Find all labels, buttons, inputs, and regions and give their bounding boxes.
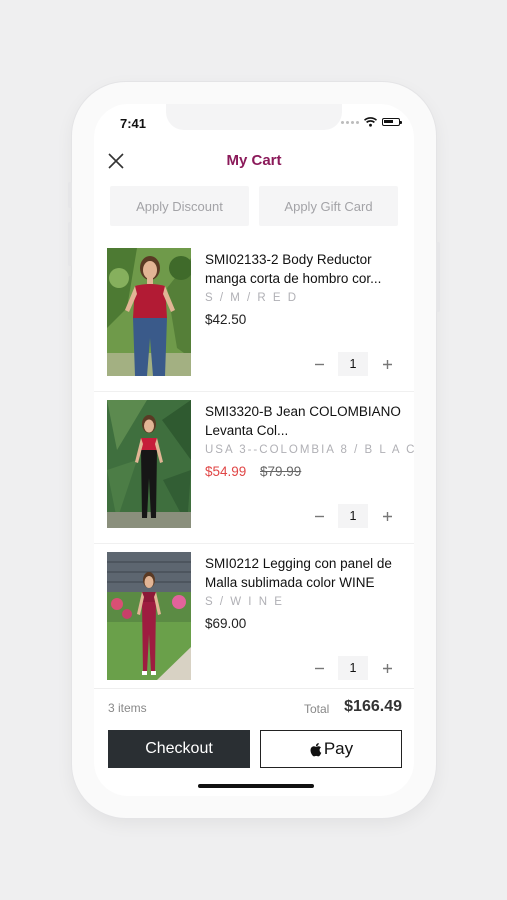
phone-side-button <box>436 242 440 312</box>
checkout-button[interactable]: Checkout <box>108 730 250 768</box>
cart-item: SMI3320-B Jean COLOMBIANO Levanta Col...… <box>94 392 414 544</box>
product-variant: USA 3--COLOMBIA 8 / B L A C K <box>205 444 414 456</box>
total-label: Total <box>304 702 330 716</box>
phone-frame: 7:41 My Cart Apply Discount Apply Gift C… <box>68 82 440 818</box>
cart-item: SMI0212 Legging con panel de Malla subli… <box>94 544 414 680</box>
compare-at-price: $79.99 <box>260 464 302 479</box>
phone-side-button <box>68 182 72 208</box>
header: My Cart <box>94 146 414 176</box>
product-price: $42.50 <box>205 312 247 327</box>
apply-discount-button[interactable]: Apply Discount <box>110 186 249 226</box>
checkout-actions: Checkout Pay <box>108 730 402 768</box>
cart-summary: 3 items Total $166.49 <box>94 688 414 725</box>
apply-gift-card-button[interactable]: Apply Gift Card <box>259 186 398 226</box>
quantity-value[interactable]: 1 <box>338 352 368 376</box>
notch <box>166 104 342 130</box>
apple-icon <box>310 742 322 756</box>
plus-icon[interactable] <box>378 659 396 677</box>
quantity-value[interactable]: 1 <box>338 656 368 680</box>
home-indicator <box>198 784 314 788</box>
total-value: $166.49 <box>344 698 402 715</box>
quantity-stepper: 1 <box>310 656 396 680</box>
promo-row: Apply Discount Apply Gift Card <box>110 186 398 226</box>
quantity-stepper: 1 <box>310 352 396 376</box>
product-image[interactable] <box>107 248 191 376</box>
plus-icon[interactable] <box>378 507 396 525</box>
product-image[interactable] <box>107 400 191 528</box>
status-time: 7:41 <box>120 116 147 131</box>
items-count: 3 items <box>108 701 147 715</box>
signal-dots-icon <box>341 120 359 124</box>
pay-label: Pay <box>323 739 354 758</box>
sale-price: $54.99 <box>205 464 247 479</box>
plus-icon[interactable] <box>378 355 396 373</box>
product-variant: S / W I N E <box>205 596 284 608</box>
battery-icon <box>382 118 402 126</box>
phone-side-button <box>68 222 72 266</box>
quantity-stepper: 1 <box>310 504 396 528</box>
app-screen: 7:41 My Cart Apply Discount Apply Gift C… <box>94 104 414 796</box>
phone-side-button <box>68 276 72 320</box>
product-variant: S / M / R E D <box>205 292 299 304</box>
minus-icon[interactable] <box>310 355 328 373</box>
cart-item-list[interactable]: SMI02133-2 Body Reductor manga corta de … <box>94 240 414 680</box>
product-image[interactable] <box>107 552 191 680</box>
quantity-value[interactable]: 1 <box>338 504 368 528</box>
product-name[interactable]: SMI0212 Legging con panel de Malla subli… <box>205 554 410 592</box>
minus-icon[interactable] <box>310 507 328 525</box>
product-price: $69.00 <box>205 616 247 631</box>
cart-item: SMI02133-2 Body Reductor manga corta de … <box>94 240 414 392</box>
product-name[interactable]: SMI02133-2 Body Reductor manga corta de … <box>205 250 410 288</box>
minus-icon[interactable] <box>310 659 328 677</box>
product-name[interactable]: SMI3320-B Jean COLOMBIANO Levanta Col... <box>205 402 410 440</box>
apple-pay-button[interactable]: Pay <box>260 730 402 768</box>
page-title: My Cart <box>226 152 282 169</box>
wifi-icon <box>364 117 377 127</box>
status-icons <box>341 117 402 127</box>
